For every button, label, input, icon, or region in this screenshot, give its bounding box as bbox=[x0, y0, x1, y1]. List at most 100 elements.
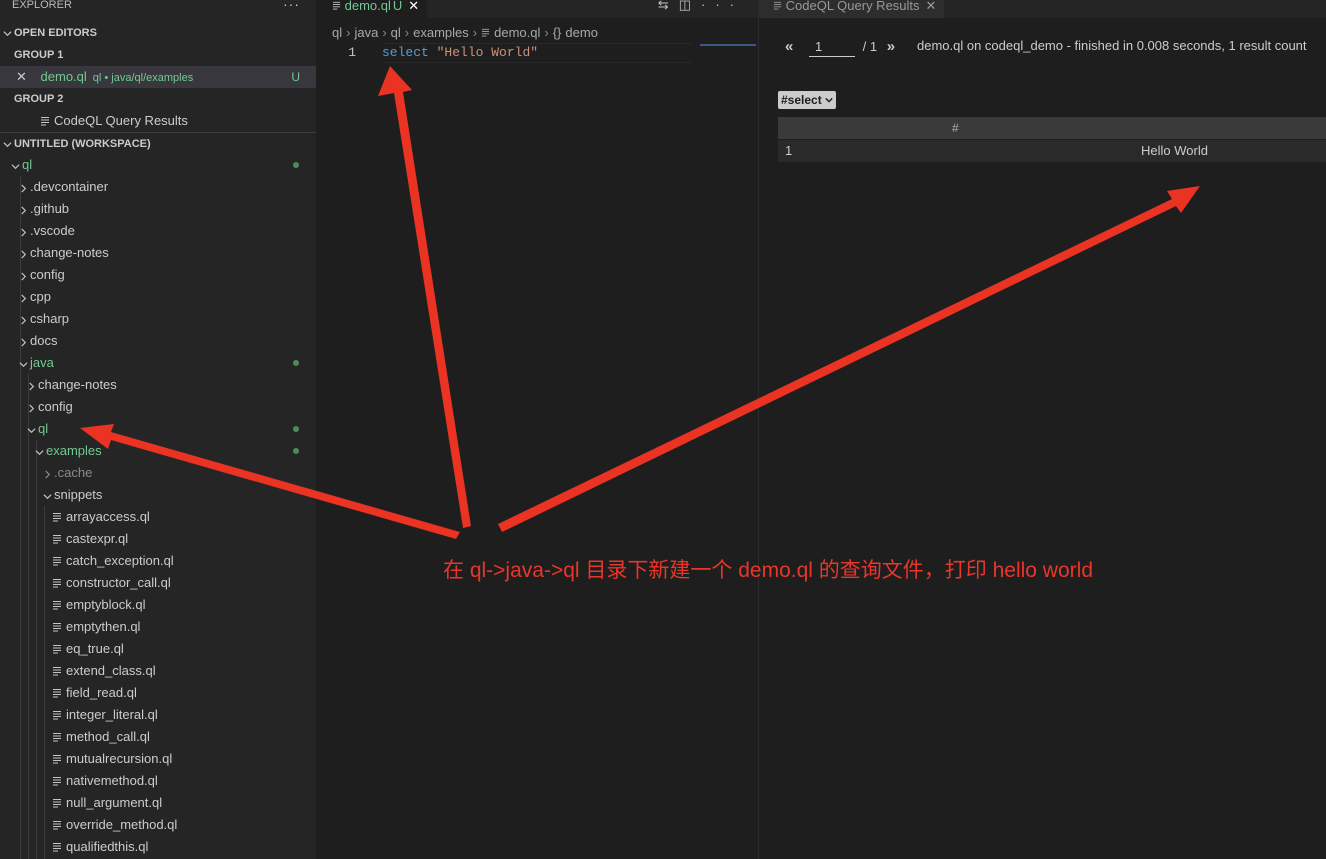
open-editor-filename: demo.ql bbox=[40, 69, 87, 84]
table-header: # bbox=[778, 117, 1326, 139]
tree-folder-devcontainer[interactable]: .devcontainer bbox=[0, 176, 316, 198]
tree-folder-csharp[interactable]: csharp bbox=[0, 308, 316, 330]
next-page-icon[interactable]: » bbox=[887, 38, 895, 55]
tree-folder-cpp[interactable]: cpp bbox=[0, 286, 316, 308]
more-actions-icon[interactable]: ··· bbox=[701, 0, 744, 12]
breadcrumb-item[interactable]: demo.ql bbox=[494, 25, 540, 40]
lines-icon bbox=[52, 507, 66, 529]
chevron-right-icon: › bbox=[346, 25, 351, 40]
close-icon[interactable]: ✕ bbox=[16, 69, 27, 84]
tree-folder-java-config[interactable]: config bbox=[0, 396, 316, 418]
tree-file[interactable]: catch_exception.ql bbox=[0, 550, 316, 572]
chevron-right-icon bbox=[16, 287, 30, 309]
tree-label: .github bbox=[30, 201, 70, 216]
tree-file[interactable]: arrayaccess.ql bbox=[0, 506, 316, 528]
breadcrumb-item[interactable]: examples bbox=[413, 25, 469, 40]
tree-folder-java-ql[interactable]: ql bbox=[0, 418, 316, 440]
tree-folder-docs[interactable]: docs bbox=[0, 330, 316, 352]
chevron-right-icon bbox=[16, 221, 30, 243]
breadcrumb-item[interactable]: ql bbox=[391, 25, 401, 40]
tree-file[interactable]: eq_true.ql bbox=[0, 638, 316, 660]
tree-file[interactable]: castexpr.ql bbox=[0, 528, 316, 550]
tree-folder-java[interactable]: java bbox=[0, 352, 316, 374]
tree-file[interactable]: method_call.ql bbox=[0, 726, 316, 748]
split-editor-icon[interactable]: ◫ bbox=[679, 0, 701, 12]
chevron-down-icon bbox=[16, 353, 30, 375]
chevron-right-icon: › bbox=[472, 25, 478, 40]
tree-folder-snippets[interactable]: snippets bbox=[0, 484, 316, 506]
page-number-input[interactable]: 1 bbox=[808, 36, 855, 57]
editor-actions: ⇆◫··· bbox=[658, 0, 744, 13]
tree-folder-examples[interactable]: examples bbox=[0, 440, 316, 462]
tree-file[interactable]: mutualrecursion.ql bbox=[0, 748, 316, 770]
tab-label: demo.ql bbox=[344, 0, 391, 13]
result-set-select[interactable]: #select bbox=[778, 91, 837, 109]
tree-file[interactable]: qualifiedthis.ql bbox=[0, 836, 316, 858]
tree-label: ql bbox=[38, 421, 49, 436]
code-line[interactable]: 1 select "Hello World" bbox=[316, 43, 758, 62]
tree-file[interactable]: emptyblock.ql bbox=[0, 594, 316, 616]
open-editor-demo-ql[interactable]: ✕ demo.ql ql • java/ql/examples U bbox=[0, 66, 316, 88]
tree-file[interactable]: override_method.ql bbox=[0, 814, 316, 836]
tree-file[interactable]: integer_literal.ql bbox=[0, 704, 316, 726]
chevron-right-icon bbox=[16, 177, 30, 199]
lines-icon bbox=[52, 837, 66, 859]
workspace-label: UNTITLED (WORKSPACE) bbox=[14, 138, 151, 150]
tree-folder-ql[interactable]: ql bbox=[0, 154, 316, 176]
tree-label: emptythen.ql bbox=[66, 619, 141, 634]
workspace-section[interactable]: UNTITLED (WORKSPACE) bbox=[0, 133, 316, 155]
group-2-label[interactable]: GROUP 2 bbox=[0, 88, 316, 110]
table-row[interactable]: 1 Hello World bbox=[778, 140, 1326, 162]
modified-dot bbox=[293, 426, 299, 432]
tree-folder-java-change-notes[interactable]: change-notes bbox=[0, 374, 316, 396]
breadcrumb-item[interactable]: java bbox=[354, 25, 378, 40]
column-header-index[interactable]: # bbox=[952, 117, 959, 139]
chevron-down-icon bbox=[0, 22, 14, 44]
close-icon[interactable]: ✕ bbox=[408, 0, 419, 13]
tree-label: config bbox=[30, 267, 65, 282]
tree-label: .devcontainer bbox=[30, 179, 109, 194]
open-editor-path-hint: ql • java/ql/examples bbox=[92, 72, 194, 84]
tree-label: csharp bbox=[30, 311, 70, 326]
tab-demo-ql[interactable]: demo.ql U ✕ bbox=[316, 0, 428, 18]
group-1-label[interactable]: GROUP 1 bbox=[0, 44, 316, 66]
pagination: « 1 / 1 » bbox=[785, 36, 895, 60]
tree-label: emptyblock.ql bbox=[66, 597, 146, 612]
more-actions-icon[interactable]: ··· bbox=[283, 0, 300, 12]
annotation-caption: 在 ql->java->ql 目录下新建一个 demo.ql 的查询文件，打印 … bbox=[443, 559, 1093, 582]
tree-file[interactable]: field_read.ql bbox=[0, 682, 316, 704]
tree-folder-change-notes[interactable]: change-notes bbox=[0, 242, 316, 264]
query-results-label: CodeQL Query Results bbox=[54, 113, 188, 128]
close-icon[interactable]: ✕ bbox=[926, 0, 937, 13]
compare-icon[interactable]: ⇆ bbox=[658, 0, 679, 12]
tree-label: change-notes bbox=[38, 377, 117, 392]
open-editor-query-results[interactable]: CodeQL Query Results bbox=[0, 110, 316, 132]
row-value[interactable]: Hello World bbox=[1141, 140, 1208, 162]
tree-file[interactable]: constructor_call.ql bbox=[0, 572, 316, 594]
tree-label: config bbox=[38, 399, 73, 414]
breadcrumb-item[interactable]: demo bbox=[565, 25, 598, 40]
chevron-right-icon bbox=[24, 397, 38, 419]
tree-label: snippets bbox=[54, 487, 103, 502]
lines-icon bbox=[52, 815, 66, 837]
code-text[interactable]: select "Hello World" bbox=[382, 43, 538, 62]
tree-file[interactable]: nativemethod.ql bbox=[0, 770, 316, 792]
modified-dot bbox=[293, 448, 299, 454]
braces-icon: {} bbox=[552, 25, 562, 40]
tree-folder-cache[interactable]: .cache bbox=[0, 462, 316, 484]
tree-label: eq_true.ql bbox=[66, 641, 124, 656]
tree-folder-config[interactable]: config bbox=[0, 264, 316, 286]
previous-page-icon[interactable]: « bbox=[785, 38, 793, 55]
tree-folder-vscode[interactable]: .vscode bbox=[0, 220, 316, 242]
tab-codeql-query-results[interactable]: CodeQL Query Results ✕ bbox=[759, 0, 945, 18]
chevron-right-icon bbox=[40, 463, 54, 485]
lines-icon bbox=[773, 0, 782, 13]
breadcrumb-item[interactable]: ql bbox=[332, 25, 342, 40]
tree-file[interactable]: extend_class.ql bbox=[0, 660, 316, 682]
tree-folder-github[interactable]: .github bbox=[0, 198, 316, 220]
tree-file[interactable]: emptythen.ql bbox=[0, 616, 316, 638]
tab-label: CodeQL Query Results bbox=[785, 0, 920, 13]
open-editors-section[interactable]: OPEN EDITORS bbox=[0, 22, 316, 44]
tree-file[interactable]: null_argument.ql bbox=[0, 792, 316, 814]
editor-tab-bar: demo.ql U ✕ ⇆◫··· bbox=[316, 0, 758, 18]
